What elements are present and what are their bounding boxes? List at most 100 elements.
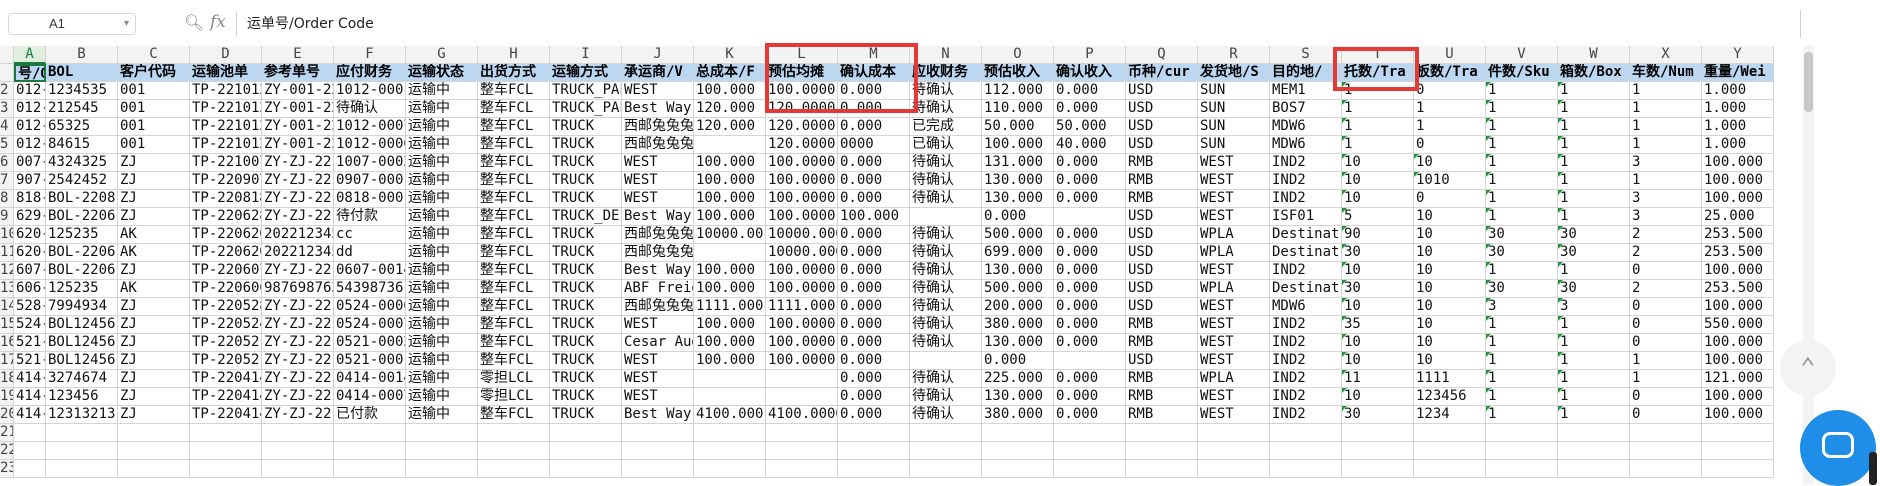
table-cell[interactable]: TRUCK [550, 190, 622, 208]
table-cell[interactable]: 整车FCL [478, 172, 550, 190]
column-header[interactable]: V [1486, 46, 1558, 64]
table-cell[interactable]: 1 [1486, 208, 1558, 226]
table-cell[interactable]: 100.0000 [766, 352, 838, 370]
header-cell[interactable]: 客户代码 [118, 64, 190, 82]
table-cell[interactable]: 0.000 [838, 226, 910, 244]
table-cell[interactable]: TP-220607 [190, 262, 262, 280]
column-header[interactable]: G [406, 46, 478, 64]
table-cell[interactable]: WEST [1198, 334, 1270, 352]
table-cell[interactable] [1414, 424, 1486, 442]
column-header[interactable]: K [694, 46, 766, 64]
table-cell[interactable]: 100.0000 [766, 262, 838, 280]
table-cell[interactable]: 100.000 [838, 208, 910, 226]
table-cell[interactable]: ZY-ZJ-22 [262, 352, 334, 370]
table-cell[interactable]: 待确认 [910, 370, 982, 388]
table-cell[interactable]: 10 [1342, 154, 1414, 172]
table-cell[interactable]: 1 [1558, 208, 1630, 226]
table-cell[interactable]: USD [1126, 118, 1198, 136]
table-cell[interactable]: 1 [1414, 118, 1486, 136]
table-cell[interactable]: 1 [1486, 262, 1558, 280]
table-cell[interactable] [1270, 442, 1342, 460]
table-cell[interactable]: WEST [1198, 172, 1270, 190]
table-cell[interactable]: RMB [1126, 334, 1198, 352]
table-cell[interactable]: 整车FCL [478, 298, 550, 316]
table-cell[interactable]: 0.000 [838, 172, 910, 190]
header-cell[interactable]: 应收财务 [910, 64, 982, 82]
table-cell[interactable]: TP-221012 [190, 118, 262, 136]
table-cell[interactable]: 整车FCL [478, 352, 550, 370]
table-cell[interactable] [190, 442, 262, 460]
table-cell[interactable]: 001 [118, 118, 190, 136]
table-cell[interactable]: 200.000 [982, 298, 1054, 316]
table-cell[interactable]: 699.000 [982, 244, 1054, 262]
table-cell[interactable]: 0.000 [1054, 82, 1126, 100]
header-cell[interactable]: 车数/Num [1630, 64, 1702, 82]
table-cell[interactable]: 3 [1630, 190, 1702, 208]
table-cell[interactable]: 100.000 [694, 190, 766, 208]
table-cell[interactable]: 0 [1630, 298, 1702, 316]
table-cell[interactable]: 0 [1630, 388, 1702, 406]
table-cell[interactable]: ZJ [118, 298, 190, 316]
table-cell[interactable]: 待确认 [910, 280, 982, 298]
table-cell[interactable]: 待确认 [910, 298, 982, 316]
table-cell[interactable]: 380.000 [982, 406, 1054, 424]
table-cell[interactable] [1558, 424, 1630, 442]
table-cell[interactable]: 整车FCL [478, 280, 550, 298]
table-cell[interactable] [1414, 442, 1486, 460]
table-cell[interactable]: 1 [1630, 82, 1702, 100]
table-cell[interactable]: 1111.000 [766, 298, 838, 316]
table-cell[interactable]: USD [1126, 208, 1198, 226]
header-cell[interactable]: 重量/Wei [1702, 64, 1774, 82]
header-cell[interactable]: 号/O [14, 64, 46, 82]
table-cell[interactable]: 100.000 [1702, 172, 1774, 190]
table-cell[interactable]: 2 [1630, 244, 1702, 262]
table-cell[interactable] [406, 460, 478, 478]
table-cell[interactable]: 0.000 [982, 208, 1054, 226]
table-cell[interactable] [406, 442, 478, 460]
table-cell[interactable]: RMB [1126, 154, 1198, 172]
table-cell[interactable]: 012- [14, 136, 46, 154]
table-cell[interactable]: Best Way [622, 100, 694, 118]
table-cell[interactable]: 1 [1342, 136, 1414, 154]
select-all-corner[interactable] [0, 46, 14, 64]
header-cell[interactable]: 件数/Sku [1486, 64, 1558, 82]
table-cell[interactable]: 0.000 [1054, 388, 1126, 406]
table-cell[interactable] [1630, 424, 1702, 442]
table-cell[interactable] [766, 370, 838, 388]
table-cell[interactable] [550, 460, 622, 478]
table-cell[interactable]: 0.000 [838, 262, 910, 280]
table-cell[interactable]: 4100.0000 [766, 406, 838, 424]
table-cell[interactable]: 4100.000 [694, 406, 766, 424]
table-cell[interactable]: 0414-0014 [334, 370, 406, 388]
table-cell[interactable]: TRUCK [550, 118, 622, 136]
table-cell[interactable] [1270, 460, 1342, 478]
table-cell[interactable]: 整车FCL [478, 262, 550, 280]
table-cell[interactable]: 30 [1558, 244, 1630, 262]
table-cell[interactable]: TRUCK [550, 298, 622, 316]
table-cell[interactable] [1702, 460, 1774, 478]
table-cell[interactable]: AK [118, 280, 190, 298]
table-cell[interactable]: 90 [1342, 226, 1414, 244]
table-cell[interactable]: 550.000 [1702, 316, 1774, 334]
table-cell[interactable]: SUN [1198, 136, 1270, 154]
table-cell[interactable]: Cesar Aug [622, 334, 694, 352]
table-cell[interactable]: Destinat [1270, 226, 1342, 244]
table-cell[interactable] [550, 442, 622, 460]
table-cell[interactable] [838, 460, 910, 478]
table-cell[interactable]: BOL-2206 [46, 262, 118, 280]
table-cell[interactable]: 500.000 [982, 226, 1054, 244]
table-cell[interactable]: 0.000 [1054, 316, 1126, 334]
table-cell[interactable] [190, 460, 262, 478]
table-cell[interactable]: 907- [14, 172, 46, 190]
table-cell[interactable]: 100.000 [694, 172, 766, 190]
table-cell[interactable]: 0 [1630, 334, 1702, 352]
table-cell[interactable]: 0 [1630, 262, 1702, 280]
scroll-to-top-button[interactable]: ⌃ [1780, 340, 1836, 396]
table-cell[interactable]: 528- [14, 298, 46, 316]
table-cell[interactable] [838, 424, 910, 442]
table-cell[interactable]: 414- [14, 406, 46, 424]
table-cell[interactable] [694, 460, 766, 478]
table-cell[interactable]: 待确认 [910, 388, 982, 406]
table-cell[interactable] [1342, 460, 1414, 478]
header-cell[interactable]: 板数/Tra [1414, 64, 1486, 82]
